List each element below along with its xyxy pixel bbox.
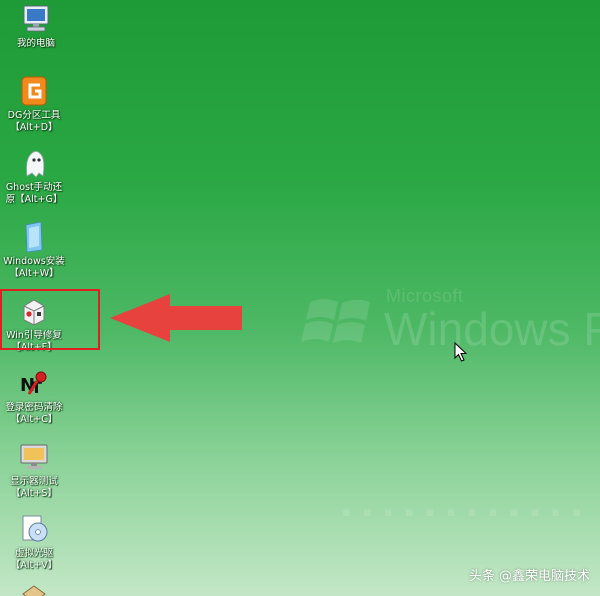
desktop-icon-label: Windows安装 【Alt+W】 <box>3 256 65 279</box>
desktop-icon-label: DG分区工具 【Alt+D】 <box>7 110 61 133</box>
boot-repair-icon <box>23 299 45 326</box>
desktop-icon-ghost[interactable]: Ghost手动还 原【Alt+G】 <box>0 146 80 206</box>
desktop-icon-password-clear[interactable]: N T 登录密码清除 【Alt+C】 <box>0 366 80 426</box>
desktop-icon-label: 虚拟光驱 【Alt+V】 <box>10 548 58 571</box>
desktop-icon-label: 我的电脑 <box>16 38 55 49</box>
desktop-icon-label: Win引导修复 【Alt+F】 <box>6 330 62 353</box>
watermark-windows-pe-text: Windows PE <box>384 303 600 355</box>
desktop-icon-boot-repair[interactable]: Win引导修复 【Alt+F】 <box>0 294 80 354</box>
faded-background-text: ▪ ▪ ▪ ▪ ▪ ▪ ▪ ▪ ▪ ▪ ▪ ▪ <box>342 505 586 520</box>
desktop-icon-label: 登录密码清除 【Alt+C】 <box>5 402 63 425</box>
desktop-icon-dg-partition[interactable]: DG分区工具 【Alt+D】 <box>0 74 80 134</box>
desktop-icon-monitor-test[interactable]: 显示器测试 【Alt+S】 <box>0 440 80 500</box>
desktop-icon-windows-install[interactable]: Windows安装 【Alt+W】 <box>0 220 80 280</box>
desktop-icon-label: 显示器测试 【Alt+S】 <box>10 476 58 499</box>
credit-watermark: 头条 @鑫荣电脑技术 <box>468 569 590 584</box>
desktop-icon-virtual-drive[interactable]: 虚拟光驱 【Alt+V】 <box>0 512 80 572</box>
desktop-icon-label: Ghost手动还 原【Alt+G】 <box>5 182 63 205</box>
red-arrow-pointer <box>110 294 242 342</box>
desktop-icon-partial[interactable] <box>0 584 80 596</box>
diskgenius-icon <box>21 76 47 106</box>
virtual-drive-icon <box>22 515 48 542</box>
windows-install-icon <box>25 221 43 253</box>
desktop-icon-my-computer[interactable]: 我的电脑 <box>0 2 82 50</box>
password-clear-icon: N T <box>20 371 47 397</box>
mouse-cursor-icon <box>454 342 468 362</box>
partial-icon <box>22 585 46 596</box>
desktop: Microsoft Windows PE ▪ ▪ ▪ ▪ ▪ ▪ ▪ ▪ ▪ ▪… <box>0 0 600 596</box>
monitor-test-icon <box>20 444 48 469</box>
ghost-icon <box>26 151 45 178</box>
computer-icon <box>23 5 49 32</box>
